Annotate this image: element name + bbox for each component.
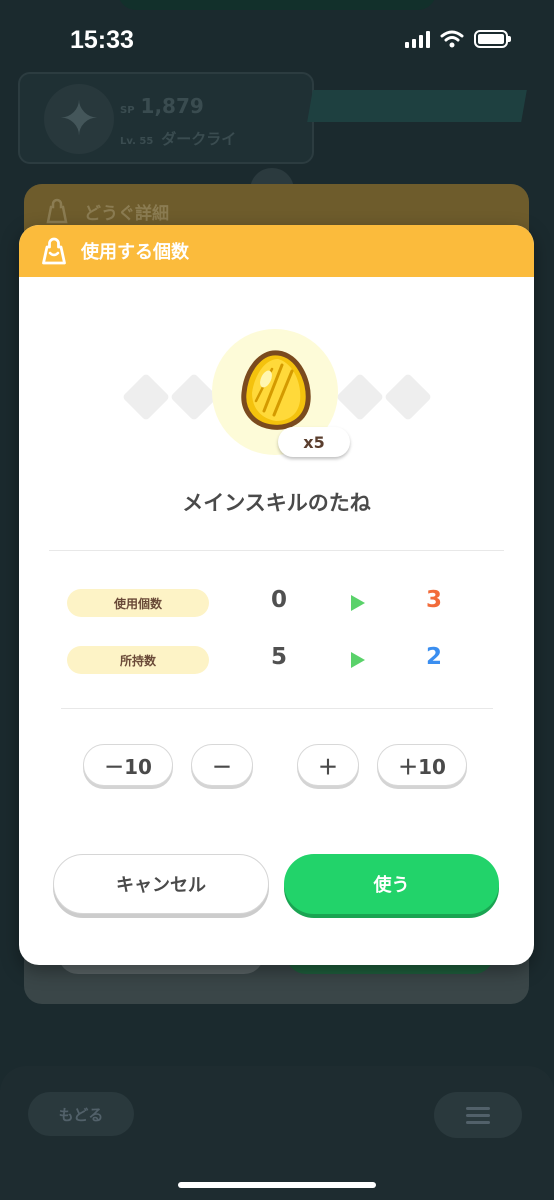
arrow-right-icon	[351, 595, 365, 611]
clock: 15:33	[70, 26, 134, 54]
plus-10-button[interactable]: ＋10	[377, 744, 467, 786]
home-indicator	[178, 1182, 376, 1188]
cancel-button[interactable]: キャンセル	[53, 854, 269, 914]
item-detail-title: どうぐ詳細	[84, 203, 169, 224]
decor-diamond	[121, 372, 171, 422]
pokemon-avatar: ✦	[44, 84, 114, 154]
minus-1-button[interactable]: －	[191, 744, 253, 786]
divider	[49, 550, 504, 551]
status-bar: 15:33	[0, 0, 554, 80]
modal-header: 使用する個数	[19, 225, 534, 277]
menu-icon	[466, 1106, 490, 1110]
bag-icon	[46, 198, 68, 224]
item-name: メインスキルのたね	[182, 491, 371, 515]
bag-icon	[42, 237, 66, 265]
battery-icon	[474, 30, 511, 48]
item-quantity-badge: x5	[278, 427, 350, 457]
decor-diamond	[335, 372, 385, 422]
arrow-right-icon	[351, 652, 365, 668]
menu-button[interactable]	[434, 1092, 522, 1138]
quantity-modal: 使用する個数 x5 メインスキルのたね 使用個数 0 3 所持数 5 2 －10…	[19, 225, 534, 965]
minus-10-button[interactable]: －10	[83, 744, 173, 786]
signal-icon	[405, 30, 430, 48]
decor-diamond	[383, 372, 433, 422]
sp-display: SP 1,879	[120, 94, 204, 118]
decor-diamond	[169, 372, 219, 422]
use-count-current: 0	[270, 587, 287, 613]
back-button[interactable]: もどる	[28, 1092, 134, 1136]
pokemon-card: ✦ SP 1,879 Lv. 55 ダークライ	[18, 72, 314, 164]
bottom-bar: もどる	[0, 1066, 554, 1200]
owned-count-label: 所持数	[67, 646, 209, 674]
background-banner	[307, 90, 527, 122]
owned-count-current: 5	[270, 644, 287, 670]
wifi-icon	[440, 30, 464, 48]
use-count-new: 3	[425, 587, 442, 613]
plus-1-button[interactable]: ＋	[297, 744, 359, 786]
use-count-label: 使用個数	[67, 589, 209, 617]
status-icons	[405, 30, 511, 48]
modal-title: 使用する個数	[81, 242, 189, 263]
level-display: Lv. 55 ダークライ	[120, 130, 237, 148]
divider	[61, 708, 493, 709]
owned-count-new: 2	[425, 644, 442, 670]
use-button[interactable]: 使う	[284, 854, 499, 914]
main-skill-seed-icon	[241, 350, 311, 430]
